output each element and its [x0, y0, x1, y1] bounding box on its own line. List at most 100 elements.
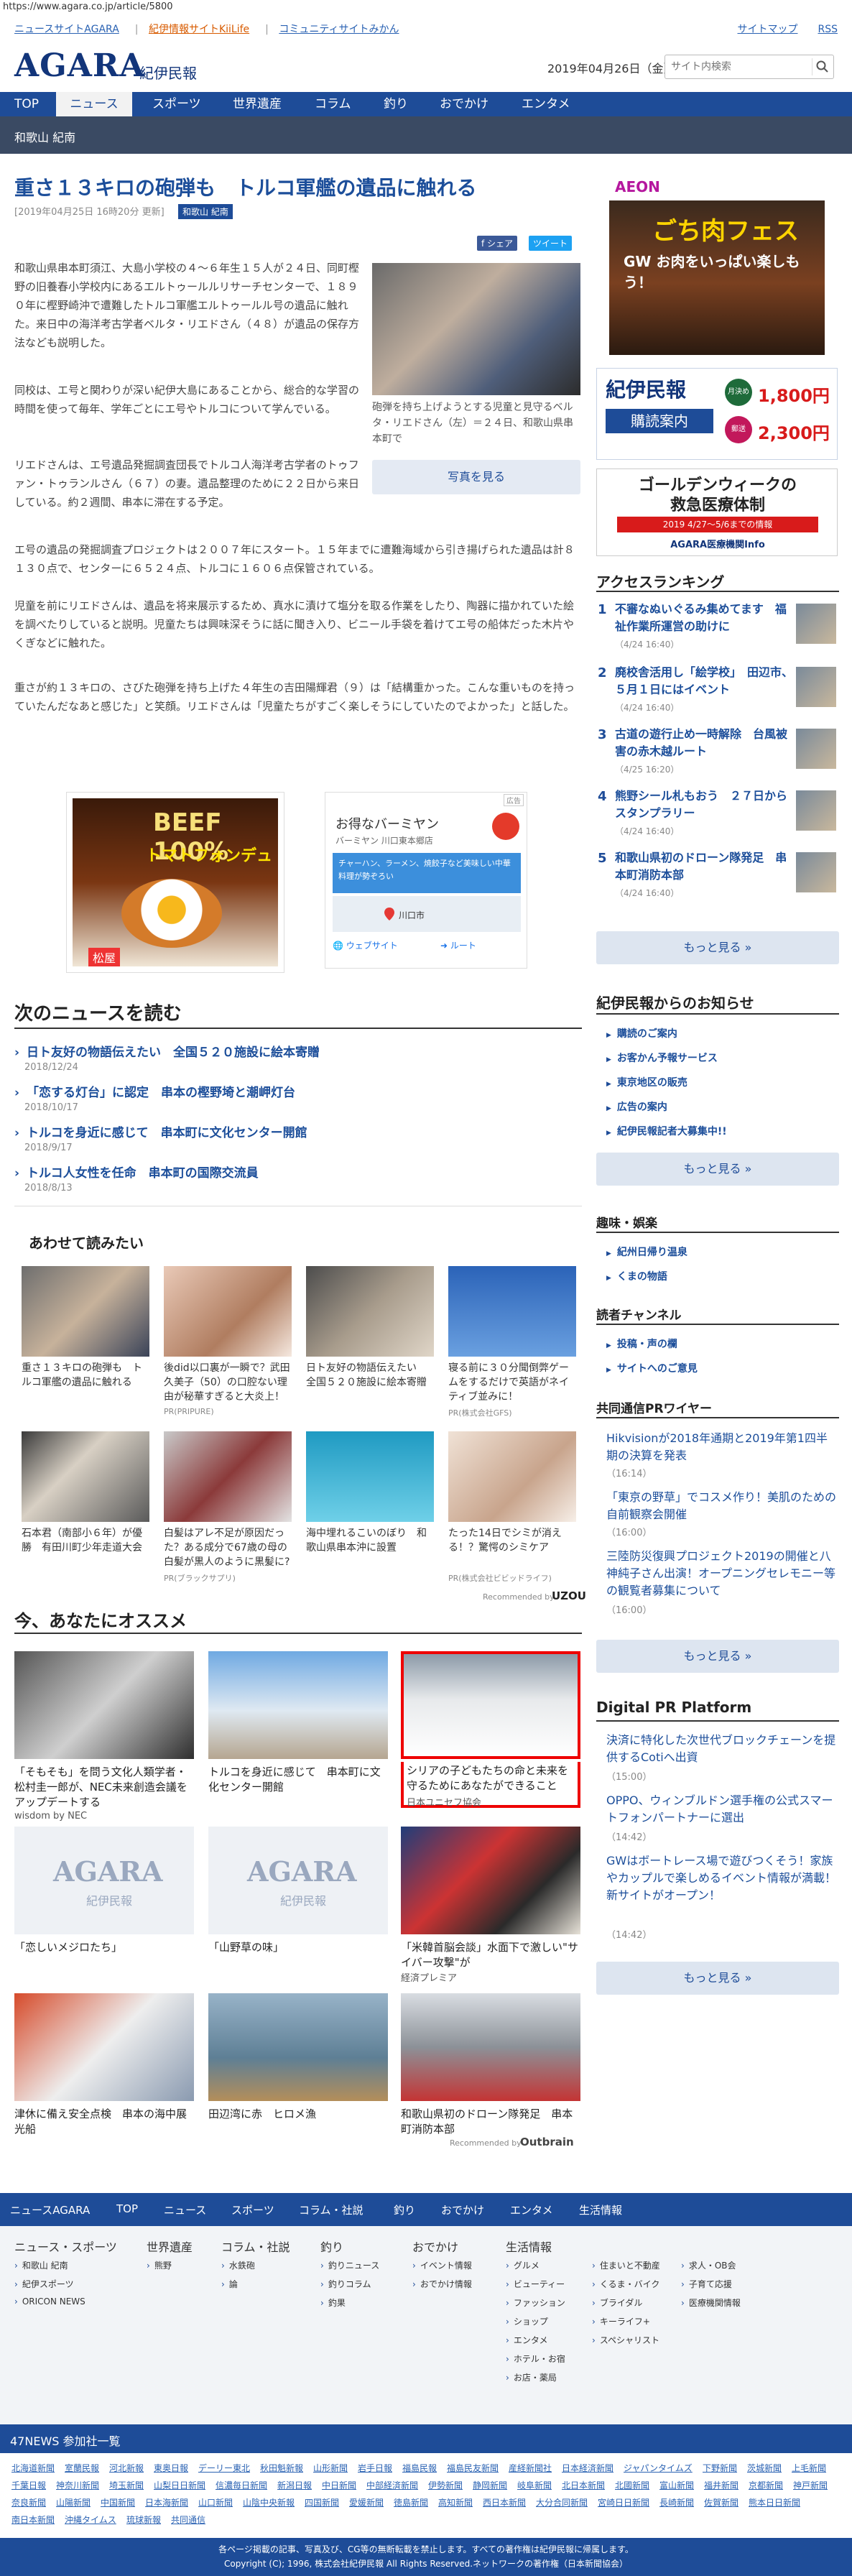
newspaper-link[interactable]: 産経新聞社 [509, 2462, 552, 2474]
newspaper-link[interactable]: 神戸新聞 [793, 2479, 828, 2491]
kyodo-more-button[interactable]: もっと見る » [596, 1640, 839, 1673]
also-read-title-2[interactable]: 後did以口裏が一瞬で？武田久美子（50）の口腔ない理由が秘華すぎると大炎上！ [164, 1361, 292, 1404]
newspaper-link[interactable]: 上毛新聞 [792, 2462, 826, 2474]
outbrain-logo[interactable]: Outbrain [520, 2136, 574, 2148]
footer-link-beauty[interactable]: ビューティー [506, 2278, 565, 2290]
footer-nav-top[interactable]: TOP [116, 2202, 138, 2215]
newspaper-link[interactable]: 佐賀新聞 [704, 2496, 738, 2508]
newspaper-link[interactable]: 中日新聞 [322, 2479, 356, 2491]
newspaper-link[interactable]: 南日本新聞 [11, 2513, 55, 2526]
footer-nav-life[interactable]: 生活情報 [579, 2202, 622, 2217]
search-button[interactable] [812, 58, 830, 75]
recommend-thumb-4[interactable]: AGARA 紀伊民報 [14, 1827, 194, 1934]
notice-item-4[interactable]: 広告の案内 [606, 1099, 667, 1114]
ad-bamiyan[interactable]: 広告 お得なバーミヤン バーミヤン 川口東本郷店 チャーハン、ラーメン、焼餃子な… [325, 792, 527, 969]
top-link-kiilife[interactable]: 紀伊情報サイトKiiLife [149, 24, 249, 35]
recommend-thumb-5[interactable]: AGARA 紀伊民報 [208, 1827, 388, 1934]
site-logo[interactable]: AGARA [14, 47, 145, 84]
newspaper-link[interactable]: 大分合同新聞 [536, 2496, 588, 2508]
newspaper-link[interactable]: 西日本新聞 [483, 2496, 526, 2508]
reader-item-1[interactable]: 投稿・声の欄 [606, 1337, 677, 1351]
rank-title-4[interactable]: 熊野シール札もおう ２７日からスタンプラリー [615, 788, 795, 822]
also-read-title-8[interactable]: たった14日でシミが消える！？驚愕のシミケア [448, 1526, 576, 1555]
footer-link-entame[interactable]: エンタメ [506, 2334, 548, 2346]
also-read-title-6[interactable]: 白髪はアレ不足が原因だった？ある成分で67歳の母の白髪が黒人のように黒髪に? [164, 1526, 292, 1569]
ad-website-link[interactable]: 🌐 ウェブサイト [333, 939, 398, 951]
footer-nav-news[interactable]: ニュース [164, 2202, 206, 2217]
footer-link-mizudeppo[interactable]: 水鉄砲 [221, 2259, 255, 2271]
rank-title-2[interactable]: 廃校舎活用し「絵学校」 田辺市、５月１日にはイベント [615, 664, 795, 698]
recommend-title-4[interactable]: 「恋しいメジロたち」 [14, 1940, 194, 1955]
article-photo[interactable] [372, 263, 580, 395]
recommend-thumb-7[interactable] [14, 1993, 194, 2101]
notice-item-5[interactable]: 紀伊民報記者大募集中!! [606, 1124, 727, 1138]
nav-outing[interactable]: おでかけ [440, 92, 488, 116]
also-read-thumb-8[interactable] [448, 1431, 576, 1522]
recommend-thumb-3[interactable] [401, 1651, 580, 1759]
footer-nav-entertainment[interactable]: エンタメ [510, 2202, 553, 2217]
ranking-more-button[interactable]: もっと見る » [596, 931, 839, 964]
nav-top[interactable]: TOP [14, 92, 39, 116]
rank-thumb-4[interactable] [796, 790, 836, 831]
newspaper-link[interactable]: 富山新聞 [659, 2479, 694, 2491]
newspaper-link[interactable]: 愛媛新聞 [349, 2496, 384, 2508]
rss-link[interactable]: RSS [818, 24, 838, 35]
rank-thumb-5[interactable] [796, 852, 836, 892]
recommend-thumb-1[interactable] [14, 1651, 194, 1759]
newspaper-link[interactable]: ジャパンタイムズ [624, 2462, 693, 2474]
rank-title-5[interactable]: 和歌山県初のドローン隊発足 串本町消防本部 [615, 849, 795, 884]
also-read-title-5[interactable]: 石本君（南部小６年）が優勝 有田川町少年走道大会 [22, 1526, 149, 1555]
recommend-title-7[interactable]: 津休に備え安全点検 串本の海中展光船 [14, 2107, 194, 2137]
nav-world-heritage[interactable]: 世界遺産 [233, 92, 282, 116]
footer-link-shop[interactable]: ショップ [506, 2315, 548, 2327]
47news-title[interactable]: 47NEWS 参加社一覧 [10, 2432, 121, 2449]
newspaper-link[interactable]: 山口新聞 [198, 2496, 233, 2508]
notice-more-button[interactable]: もっと見る » [596, 1153, 839, 1186]
recommend-title-1[interactable]: 「そもそも」を問う文化人類学者・松村圭一郎が、NEC未来創造会議をアップデートす… [14, 1765, 194, 1810]
footer-link-pharmacy[interactable]: お店・薬局 [506, 2371, 557, 2383]
recommend-title-8[interactable]: 田辺湾に赤 ヒロメ漁 [208, 2107, 388, 2122]
also-read-thumb-3[interactable] [306, 1266, 434, 1357]
next-news-item-4[interactable]: トルコ人女性を任命 串本町の国際交流員 [14, 1163, 259, 1181]
ad-route-link[interactable]: ➜ ルート [440, 939, 476, 951]
newspaper-link[interactable]: 信濃毎日新聞 [216, 2479, 267, 2491]
footer-link-gourmet[interactable]: グルメ [506, 2259, 540, 2271]
recommend-thumb-2[interactable] [208, 1651, 388, 1759]
also-read-thumb-7[interactable] [306, 1431, 434, 1522]
newspaper-link[interactable]: 中部経済新聞 [366, 2479, 418, 2491]
nav-news[interactable]: ニュース [56, 92, 132, 116]
digital-item-3[interactable]: GWはボートレース場で遊びつくそう！家族やカップルで楽しめるイベント情報が満載！… [606, 1852, 836, 1904]
footer-link-specialist[interactable]: スペシャリスト [592, 2334, 659, 2346]
newspaper-link[interactable]: 四国新聞 [305, 2496, 339, 2508]
footer-link-wakayama[interactable]: 和歌山 紀南 [14, 2259, 68, 2271]
footer-link-fishing-column[interactable]: 釣りコラム [320, 2278, 371, 2290]
newspaper-link[interactable]: 長崎新聞 [659, 2496, 694, 2508]
kyodo-item-2[interactable]: 「東京の野草」でコスメ作り！美肌のための自前観察会開催 [606, 1489, 836, 1523]
ad-matsuya[interactable]: BEEF 100% トマトフォンデュ 松屋 [66, 792, 284, 973]
newspaper-link[interactable]: 福島民友新聞 [447, 2462, 499, 2474]
newspaper-link[interactable]: 高知新聞 [438, 2496, 473, 2508]
reader-item-2[interactable]: サイトへのご意見 [606, 1361, 698, 1375]
newspaper-link[interactable]: 岩手日報 [358, 2462, 392, 2474]
footer-nav-fishing[interactable]: 釣り [394, 2202, 415, 2217]
newspaper-link[interactable]: 東奥日報 [154, 2462, 188, 2474]
also-read-thumb-2[interactable] [164, 1266, 292, 1357]
digital-item-2[interactable]: OPPO、ウィンブルドン選手権の公式スマートフォンパートナーに選出 [606, 1792, 836, 1827]
newspaper-link[interactable]: 静岡新聞 [473, 2479, 507, 2491]
rank-thumb-1[interactable] [796, 604, 836, 644]
footer-nav-outing[interactable]: おでかけ [441, 2202, 484, 2217]
footer-nav-column[interactable]: コラム・社説 [299, 2202, 364, 2217]
nav-entertainment[interactable]: エンタメ [522, 92, 570, 116]
digital-item-1[interactable]: 決済に特化した次世代ブロックチェーンを提供するCotiへ出資 [606, 1732, 836, 1766]
newspaper-link[interactable]: 千葉日報 [11, 2479, 46, 2491]
gw-banner[interactable]: ゴールデンウィークの 救急医療体制 2019 4/27～5/6までの情報 AGA… [596, 468, 838, 556]
recommend-title-2[interactable]: トルコを身近に感じて 串本町に文化センター開館 [208, 1765, 388, 1795]
newspaper-link[interactable]: 熊本日日新聞 [749, 2496, 800, 2508]
recommend-thumb-8[interactable] [208, 1993, 388, 2101]
footer-link-fashion[interactable]: ファッション [506, 2296, 565, 2309]
newspaper-link[interactable]: 中国新聞 [101, 2496, 135, 2508]
newspaper-link[interactable]: 福井新聞 [704, 2479, 738, 2491]
footer-link-fishing-news[interactable]: 釣りニュース [320, 2259, 379, 2271]
subscription-banner[interactable]: 紀伊民報 購読案内 月決め 1,800円 郵送 2,300円 [596, 368, 838, 460]
view-photo-button[interactable]: 写真を見る [372, 460, 580, 494]
